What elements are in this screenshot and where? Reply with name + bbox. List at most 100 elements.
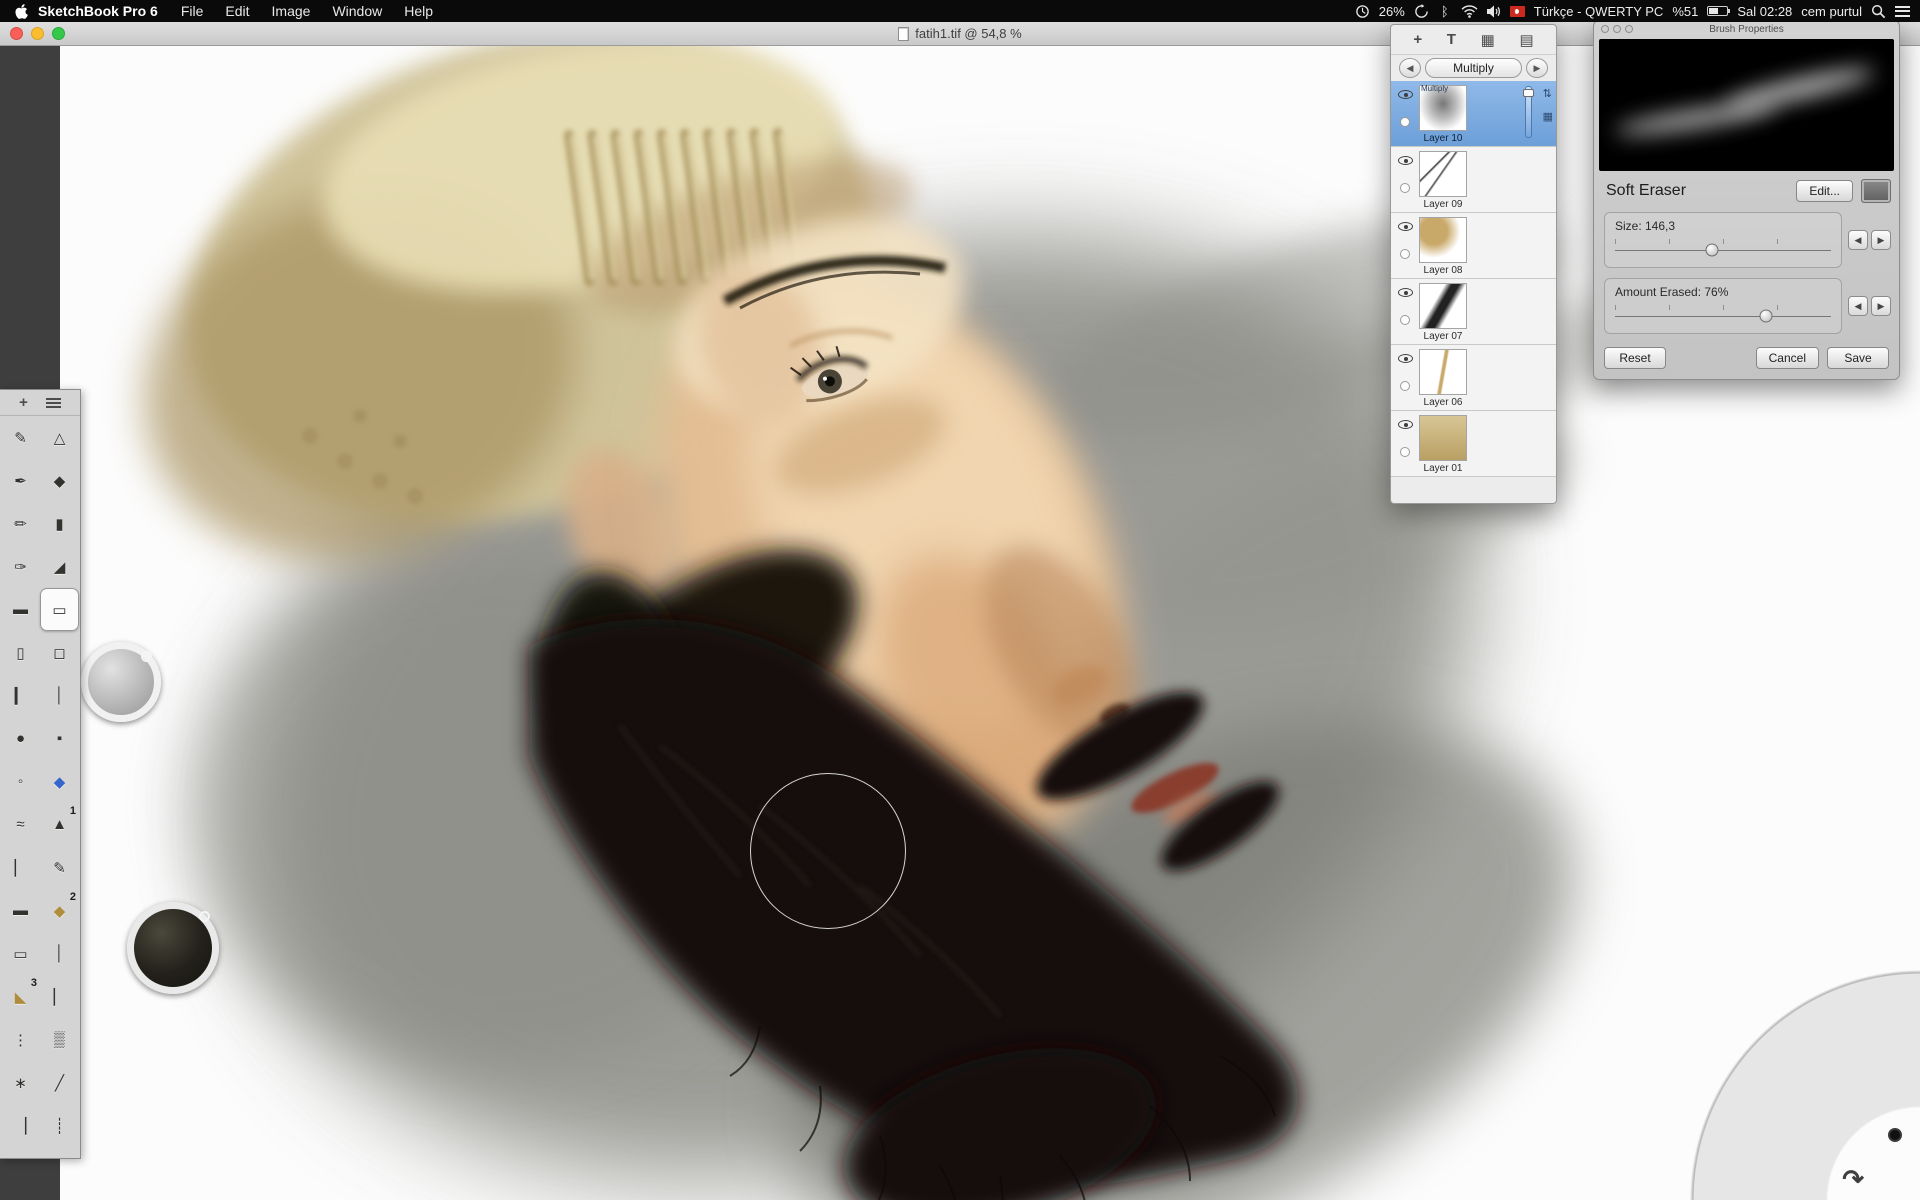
time-machine-icon[interactable] xyxy=(1414,2,1429,20)
input-source-label[interactable]: Türkçe - QWERTY PC xyxy=(1534,4,1664,19)
palette-move-icon[interactable]: + xyxy=(19,394,28,411)
blend-mode-next-icon[interactable]: ▶ xyxy=(1526,58,1548,78)
tool-chisel-marker[interactable]: ◢ xyxy=(40,545,79,588)
layer-row-layer-10[interactable]: Layer 10Multiply⇅▦ xyxy=(1391,81,1556,147)
cancel-button[interactable]: Cancel xyxy=(1756,347,1819,369)
amount-increase-icon[interactable]: ▶ xyxy=(1871,296,1891,316)
blend-mode-select[interactable]: Multiply xyxy=(1425,58,1522,78)
menu-help[interactable]: Help xyxy=(393,3,444,19)
color-wheel-icon[interactable] xyxy=(1780,1092,1814,1126)
size-slider-track[interactable] xyxy=(1615,250,1831,251)
tool-dotted-pen[interactable]: ┊ xyxy=(40,1104,79,1147)
amount-slider-track[interactable] xyxy=(1615,316,1831,317)
layer-opacity-thumb[interactable] xyxy=(1523,89,1534,97)
tool-splatter-brush[interactable]: ∗ xyxy=(1,1061,40,1104)
size-decrease-icon[interactable]: ◀ xyxy=(1848,230,1868,250)
zoom-window-button[interactable] xyxy=(52,27,65,40)
menubar-user[interactable]: cem purtul xyxy=(1801,4,1862,19)
layer-row-layer-07[interactable]: Layer 07 xyxy=(1391,279,1556,345)
layer-visibility-eye-icon[interactable] xyxy=(1398,420,1413,429)
menu-file[interactable]: File xyxy=(170,3,215,19)
tool-texture-brush[interactable]: ▒ xyxy=(40,1018,79,1061)
tool-slim-pen[interactable]: │ xyxy=(40,932,79,975)
save-button[interactable]: Save xyxy=(1827,347,1889,369)
tool-paint-tube[interactable]: ▯ xyxy=(1,631,40,674)
menu-edit[interactable]: Edit xyxy=(214,3,260,19)
redo-icon[interactable]: ↷ xyxy=(1842,1166,1864,1192)
airbrush-tool-icon[interactable] xyxy=(1852,1039,1872,1068)
notification-list-icon[interactable] xyxy=(1895,2,1910,20)
tool-airbrush-2[interactable]: ▲1 xyxy=(40,803,79,846)
layer-visibility-eye-icon[interactable] xyxy=(1398,156,1413,165)
layer-lock-toggle[interactable] xyxy=(1400,183,1410,193)
tool-brush-pen[interactable]: ◆ xyxy=(40,459,79,502)
panel-minimize-button[interactable] xyxy=(1613,25,1621,33)
app-name[interactable]: SketchBook Pro 6 xyxy=(32,3,170,19)
edit-brush-button[interactable]: Edit... xyxy=(1796,180,1853,202)
undo-icon[interactable]: ↶ xyxy=(1792,1166,1814,1192)
tool-stroke-pen[interactable]: ╱ xyxy=(40,1061,79,1104)
layer-visibility-eye-icon[interactable] xyxy=(1398,354,1413,363)
layer-thumbnail[interactable] xyxy=(1419,349,1467,395)
reset-button[interactable]: Reset xyxy=(1604,347,1666,369)
tool-hard-eraser[interactable]: ▬ xyxy=(1,588,40,631)
volume-icon[interactable] xyxy=(1487,2,1501,20)
lagoon-handle-dot[interactable] xyxy=(1888,1128,1902,1142)
battery-percentage[interactable]: 26% xyxy=(1379,4,1405,19)
layer-visibility-eye-icon[interactable] xyxy=(1398,222,1413,231)
tool-fine-pen[interactable]: ✑ xyxy=(1,545,40,588)
tool-pencil-2[interactable]: ✎ xyxy=(40,846,79,889)
layer-lock-toggle[interactable] xyxy=(1400,315,1410,325)
tool-technical-pen[interactable]: ▏ xyxy=(40,975,79,1018)
layer-thumbnail[interactable] xyxy=(1419,283,1467,329)
tool-copic-marker[interactable]: ◆2 xyxy=(40,889,79,932)
layer-row-layer-09[interactable]: Layer 09 xyxy=(1391,147,1556,213)
apple-menu-icon[interactable] xyxy=(10,4,32,19)
sync-status-icon[interactable] xyxy=(1355,2,1370,20)
tool-copic-wide[interactable]: ◣3 xyxy=(1,975,40,1018)
tool-felt-pen[interactable]: ▎ xyxy=(1,674,40,717)
menu-window[interactable]: Window xyxy=(321,3,393,19)
amount-decrease-icon[interactable]: ◀ xyxy=(1848,296,1868,316)
page-icon[interactable]: ▤ xyxy=(1519,31,1533,49)
layer-thumbnail[interactable] xyxy=(1419,217,1467,263)
layer-sort-icon[interactable]: ⇅ xyxy=(1543,87,1553,100)
tool-pencil-soft[interactable]: ✏ xyxy=(1,502,40,545)
tool-detail-brush[interactable]: ◦ xyxy=(1,760,40,803)
layer-row-layer-01[interactable]: Layer 01 xyxy=(1391,411,1556,477)
size-slider[interactable] xyxy=(1615,239,1831,257)
layer-thumbnail[interactable] xyxy=(1419,415,1467,461)
tool-pencil[interactable]: ✎ xyxy=(1,416,40,459)
tool-liner-pen[interactable]: ▕ xyxy=(1,1104,40,1147)
tool-glow-pen[interactable]: │ xyxy=(40,674,79,717)
size-increase-icon[interactable]: ▶ xyxy=(1871,230,1891,250)
close-window-button[interactable] xyxy=(10,27,23,40)
tool-marker[interactable]: ▮ xyxy=(40,502,79,545)
brush-size-puck[interactable] xyxy=(81,642,161,722)
cursor-tool-icon[interactable] xyxy=(1760,1129,1780,1156)
tool-ballpoint-pen[interactable]: ▏ xyxy=(1,846,40,889)
amount-slider-thumb[interactable] xyxy=(1760,310,1773,323)
battery2-percentage[interactable]: %51 xyxy=(1672,4,1698,19)
tool-scatter-brush[interactable]: ⋮ xyxy=(1,1018,40,1061)
spotlight-icon[interactable] xyxy=(1871,2,1886,20)
brush-library-icon[interactable] xyxy=(1861,179,1891,203)
tool-paint-jar[interactable]: ◻ xyxy=(40,631,79,674)
tool-smudge-brush[interactable]: ≈ xyxy=(1,803,40,846)
size-slider-thumb[interactable] xyxy=(1706,244,1719,257)
layer-row-layer-06[interactable]: Layer 06 xyxy=(1391,345,1556,411)
panel-close-button[interactable] xyxy=(1601,25,1609,33)
layer-lock-toggle[interactable] xyxy=(1400,117,1410,127)
color-puck[interactable] xyxy=(127,902,219,994)
tool-flat-brush[interactable]: ▪ xyxy=(40,717,79,760)
battery-icon[interactable] xyxy=(1707,2,1728,20)
wifi-icon[interactable] xyxy=(1461,2,1478,20)
amount-slider[interactable] xyxy=(1615,305,1831,323)
panel-zoom-button[interactable] xyxy=(1625,25,1633,33)
tool-blue-pen[interactable]: ◆ xyxy=(40,760,79,803)
layer-transparency-grid-icon[interactable]: ▦ xyxy=(1543,110,1553,123)
text-tool-icon[interactable]: T xyxy=(1447,31,1456,48)
menu-image[interactable]: Image xyxy=(261,3,322,19)
layer-thumbnail[interactable] xyxy=(1419,151,1467,197)
layer-lock-toggle[interactable] xyxy=(1400,249,1410,259)
